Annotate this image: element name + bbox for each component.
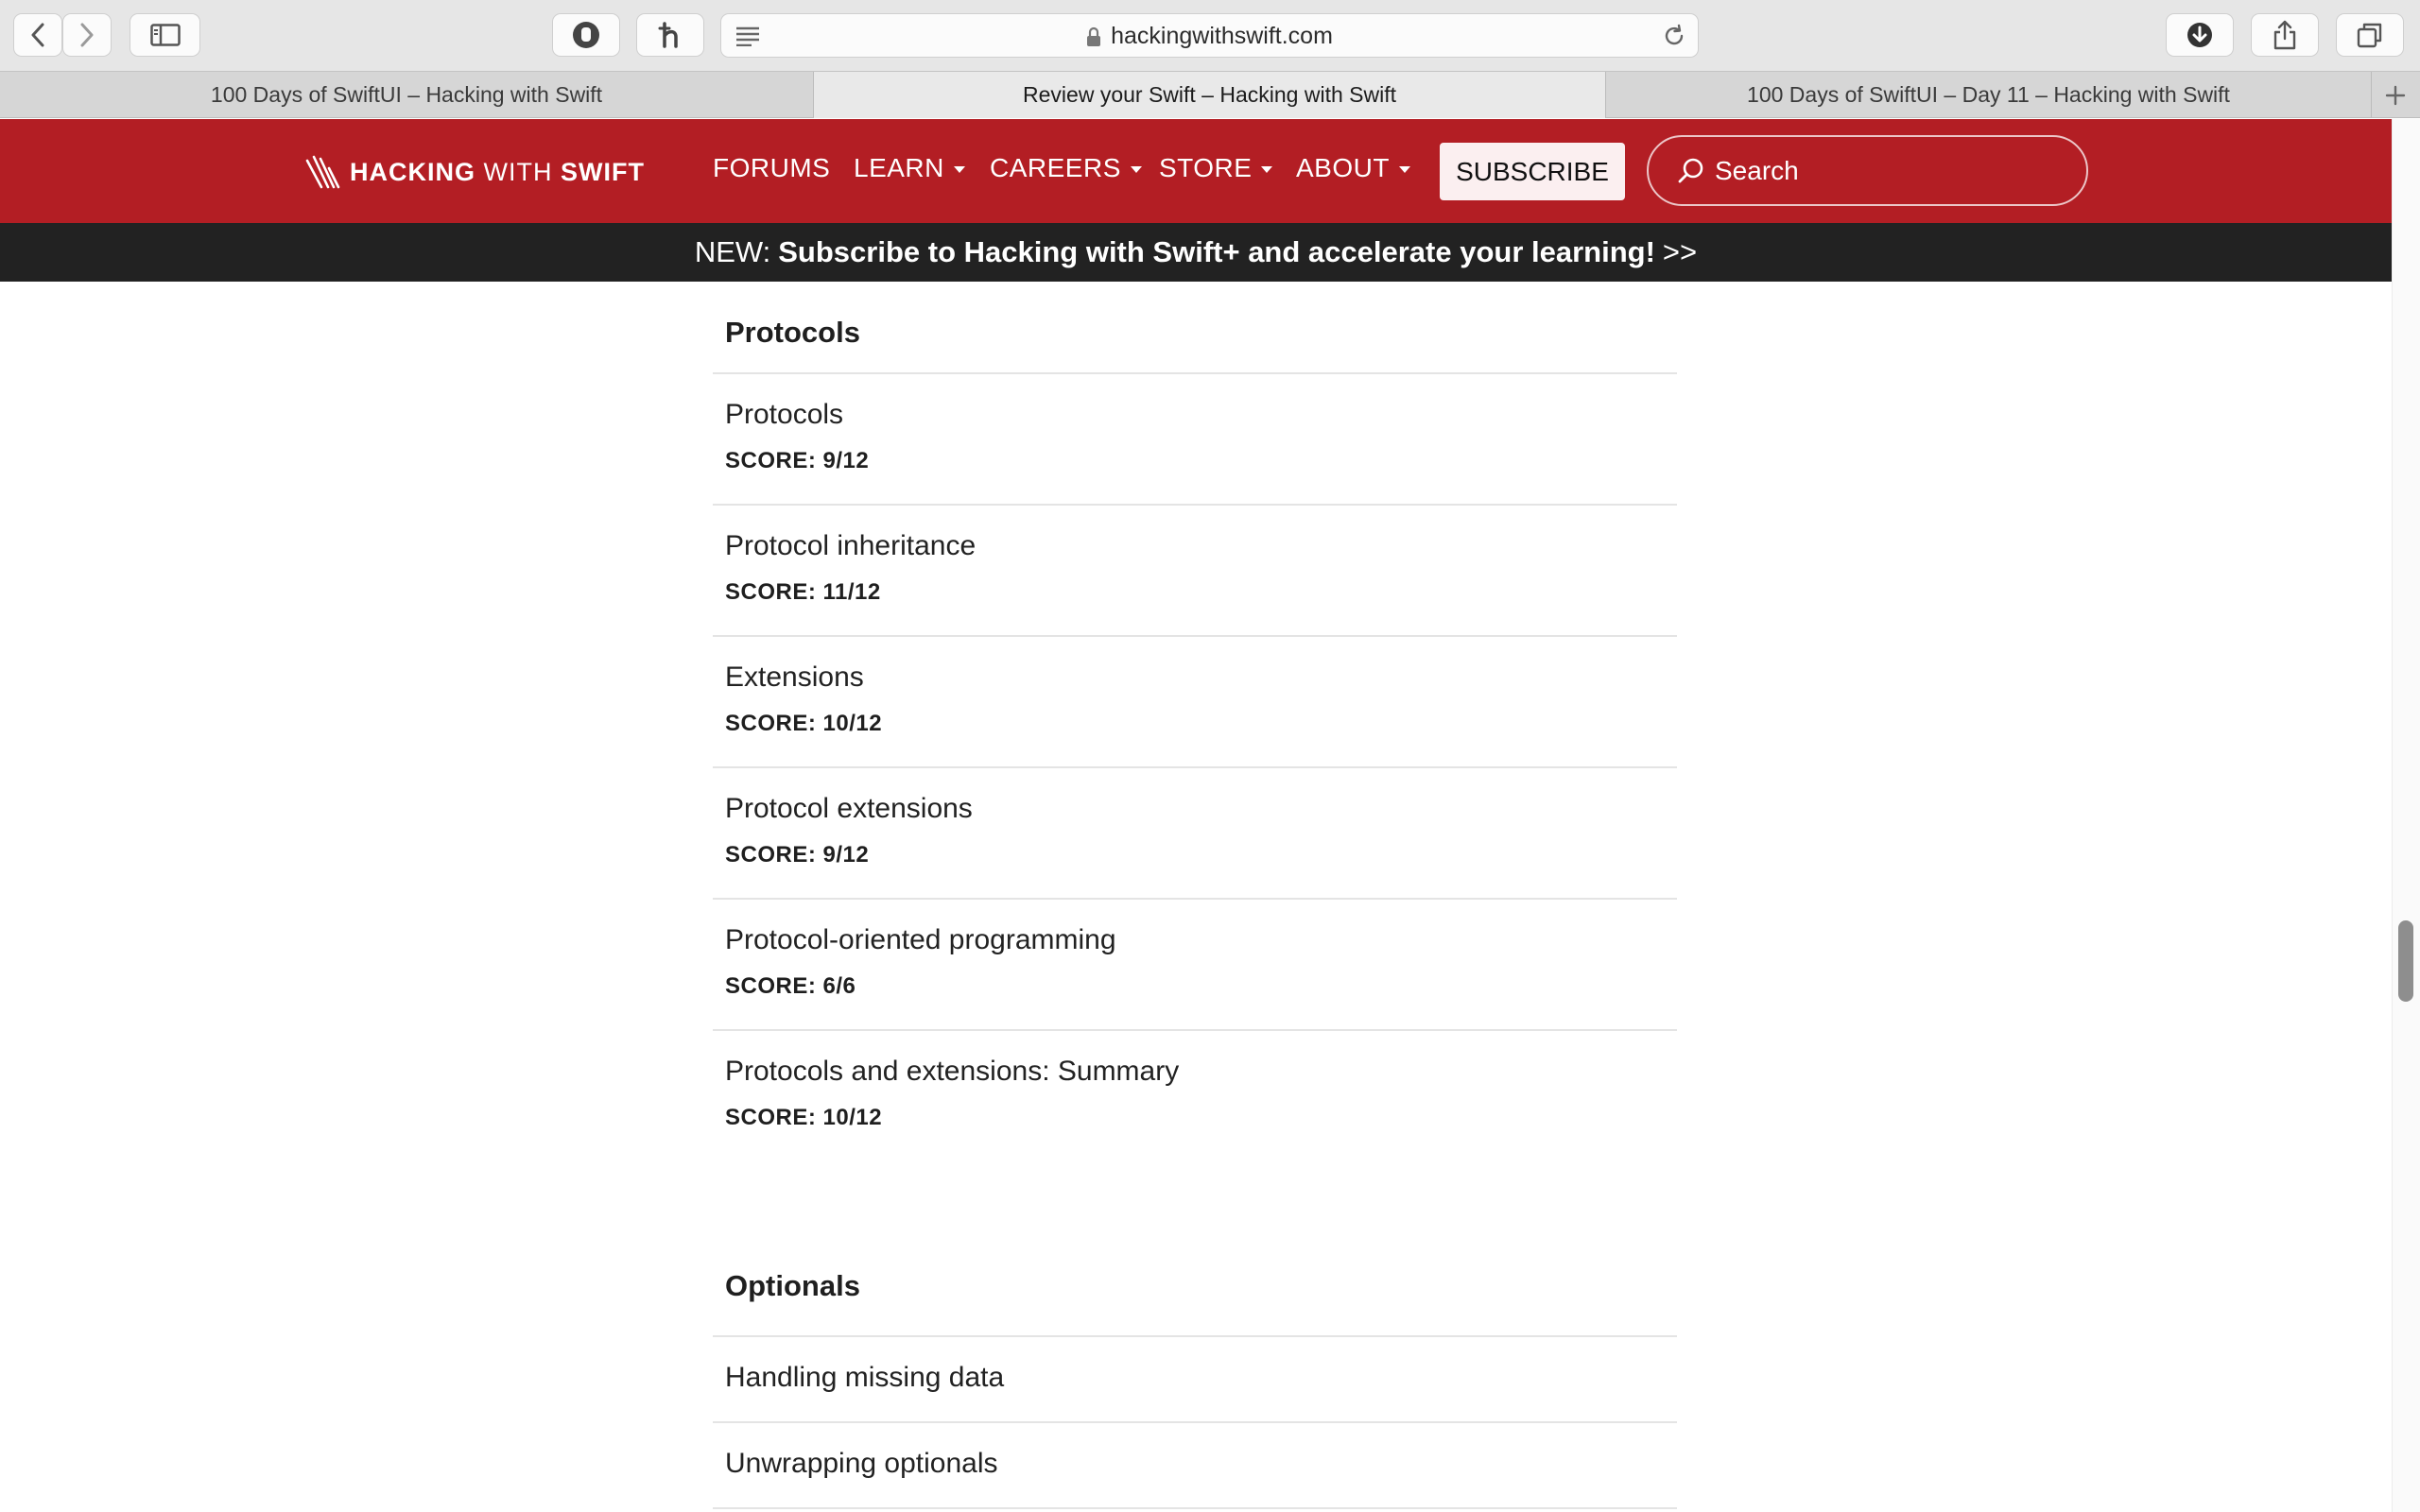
nav-store[interactable]: STORE xyxy=(1159,153,1273,183)
tab-label: 100 Days of SwiftUI – Day 11 – Hacking w… xyxy=(1747,82,2230,107)
list-item[interactable]: Protocol inheritance SCORE: 11/12 xyxy=(713,504,1677,635)
privacy-extension-button[interactable] xyxy=(552,13,620,57)
item-name: Extensions xyxy=(725,662,864,693)
list-item[interactable]: Handling missing data xyxy=(713,1335,1677,1421)
sidebar-button[interactable] xyxy=(130,13,200,57)
review-content: Protocols Protocols SCORE: 9/12 Protocol… xyxy=(713,282,1677,1509)
tab-label: Review your Swift – Hacking with Swift xyxy=(1023,82,1396,107)
item-name: Unwrapping optionals xyxy=(725,1448,998,1479)
item-score: SCORE: 10/12 xyxy=(725,711,883,736)
logo-text: HACKING WITH SWIFT xyxy=(350,157,645,186)
subscribe-button[interactable]: SUBSCRIBE xyxy=(1440,143,1625,200)
downloads-button[interactable] xyxy=(2166,13,2234,57)
site-header: HACKING WITH SWIFT FORUMS LEARN CAREERS … xyxy=(0,119,2392,223)
caret-down-icon xyxy=(1261,165,1273,173)
chevron-left-icon xyxy=(31,23,44,47)
divider xyxy=(713,1507,1677,1509)
nav-forums[interactable]: FORUMS xyxy=(713,153,830,183)
list-item[interactable]: Protocols and extensions: Summary SCORE:… xyxy=(713,1029,1677,1160)
section-protocols: Protocols Protocols SCORE: 9/12 Protocol… xyxy=(713,282,1677,1160)
nav-learn[interactable]: LEARN xyxy=(854,153,965,183)
promo-message: Subscribe to Hacking with Swift+ and acc… xyxy=(778,235,1655,268)
tab-review-your-swift[interactable]: Review your Swift – Hacking with Swift xyxy=(814,72,1605,118)
new-tab-button[interactable] xyxy=(2371,72,2420,118)
section-title: Optionals xyxy=(725,1269,860,1302)
extension-button[interactable] xyxy=(636,13,704,57)
item-score: SCORE: 9/12 xyxy=(725,448,870,473)
nav-about[interactable]: ABOUT xyxy=(1296,153,1410,183)
promo-prefix: NEW: xyxy=(694,235,771,268)
list-item[interactable]: Protocol extensions SCORE: 9/12 xyxy=(713,766,1677,898)
item-score: SCORE: 11/12 xyxy=(725,579,881,605)
scrollbar-track[interactable] xyxy=(2392,119,2420,1512)
nav-careers[interactable]: CAREERS xyxy=(990,153,1142,183)
back-button[interactable] xyxy=(13,13,62,57)
search-input[interactable] xyxy=(1715,155,2074,186)
item-score: SCORE: 10/12 xyxy=(725,1105,883,1130)
tab-100-days-day-11[interactable]: 100 Days of SwiftUI – Day 11 – Hacking w… xyxy=(1606,72,2371,118)
item-name: Protocols and extensions: Summary xyxy=(725,1056,1180,1087)
item-name: Protocol extensions xyxy=(725,793,973,824)
chevron-right-icon xyxy=(80,23,94,47)
sidebar-icon xyxy=(149,24,181,46)
section-optionals: Optionals Handling missing data Unwrappi… xyxy=(713,1160,1677,1509)
promo-arrows: >> xyxy=(1662,235,1698,268)
item-name: Protocol inheritance xyxy=(725,530,977,561)
site-logo[interactable]: HACKING WITH SWIFT xyxy=(304,155,645,189)
search-icon xyxy=(1678,158,1703,182)
caret-down-icon xyxy=(953,165,965,173)
search-box[interactable] xyxy=(1647,135,2088,206)
share-button[interactable] xyxy=(2251,13,2319,57)
url-text: hackingwithswift.com xyxy=(1111,23,1333,49)
forward-button[interactable] xyxy=(62,13,112,57)
scrollbar-thumb[interactable] xyxy=(2398,920,2413,1002)
item-name: Protocol-oriented programming xyxy=(725,924,1116,955)
tab-bar: 100 Days of SwiftUI – Hacking with Swift… xyxy=(0,71,2420,118)
share-icon xyxy=(2273,20,2296,50)
list-item[interactable]: Protocols SCORE: 9/12 xyxy=(713,372,1677,504)
download-icon xyxy=(2187,23,2212,47)
tabs-overview-icon xyxy=(2357,23,2382,48)
item-score: SCORE: 6/6 xyxy=(725,973,856,999)
tabs-overview-button[interactable] xyxy=(2336,13,2404,57)
promo-banner[interactable]: NEW: Subscribe to Hacking with Swift+ an… xyxy=(0,223,2392,282)
list-item[interactable]: Extensions SCORE: 10/12 xyxy=(713,635,1677,766)
extension-h-icon xyxy=(658,22,678,48)
item-name: Handling missing data xyxy=(725,1362,1005,1393)
list-item[interactable]: Unwrapping optionals xyxy=(713,1421,1677,1507)
address-bar[interactable]: hackingwithswift.com xyxy=(720,13,1699,58)
item-name: Protocols xyxy=(725,399,844,430)
lock-icon xyxy=(1087,26,1101,46)
caret-down-icon xyxy=(1130,165,1142,173)
hand-shield-icon xyxy=(573,22,599,48)
caret-down-icon xyxy=(1398,165,1410,173)
reload-icon[interactable] xyxy=(1662,24,1686,48)
tab-100-days-swiftui[interactable]: 100 Days of SwiftUI – Hacking with Swift xyxy=(0,72,813,118)
section-title: Protocols xyxy=(725,316,860,349)
browser-toolbar: hackingwithswift.com xyxy=(0,0,2420,71)
list-item[interactable]: Protocol-oriented programming SCORE: 6/6 xyxy=(713,898,1677,1029)
url-display: hackingwithswift.com xyxy=(721,14,1698,59)
plus-icon xyxy=(2385,85,2406,105)
item-score: SCORE: 9/12 xyxy=(725,842,870,868)
tab-label: 100 Days of SwiftUI – Hacking with Swift xyxy=(210,82,603,107)
swift-slashes-icon xyxy=(305,155,340,189)
